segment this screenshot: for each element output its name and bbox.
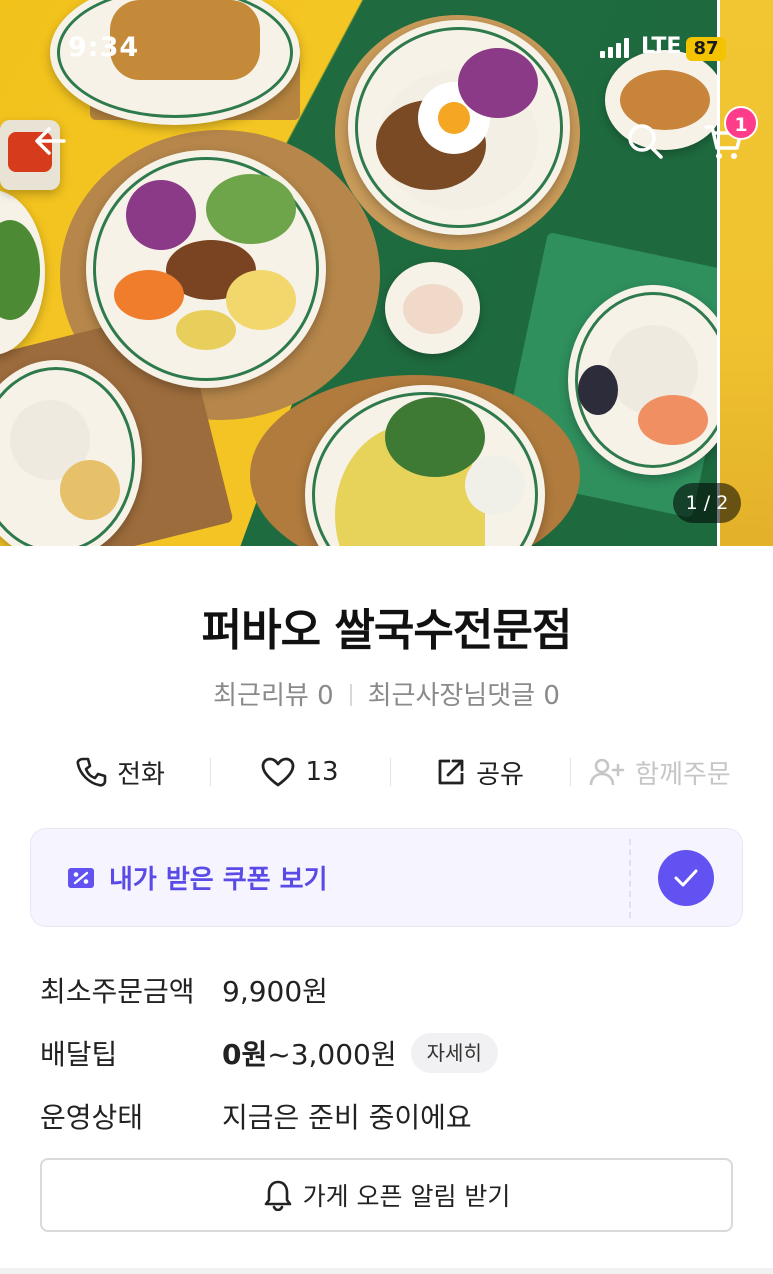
food-greens: [206, 174, 296, 244]
add-user-icon: [589, 758, 625, 786]
food-carrot: [114, 270, 184, 320]
food-tofu: [60, 460, 120, 520]
phone-icon: [76, 757, 107, 787]
food-herbs: [0, 220, 40, 320]
battery-icon: 87: [686, 37, 726, 61]
open-notification-button[interactable]: 가게 오픈 알림 받기: [40, 1158, 733, 1232]
food-pickles: [465, 455, 525, 515]
arrow-left-icon: [35, 127, 66, 155]
call-label: 전화: [117, 759, 165, 790]
food-shrimp: [638, 395, 708, 445]
store-status-value: 지금은 준비 중이에요: [222, 1101, 472, 1134]
share-button[interactable]: 공유: [390, 744, 570, 800]
divider: [349, 684, 352, 706]
store-review-summary: 최근리뷰 0 최근사장님댓글 0: [0, 675, 773, 712]
bell-icon: [264, 1180, 291, 1211]
food-fishcake: [403, 284, 463, 334]
food-corn: [176, 310, 236, 350]
next-slide-preview: [717, 0, 773, 546]
share-icon: [438, 759, 464, 785]
store-name: 퍼바오 쌀국수전문점: [201, 605, 573, 656]
signal-icon: [600, 38, 629, 58]
image-pager: 1 / 2: [673, 483, 741, 523]
cart-count-badge: 1: [724, 106, 758, 140]
status-bar: 9:34 LTE 87: [0, 28, 773, 72]
search-icon: [628, 124, 663, 159]
open-notification-label: 가게 오픈 알림 받기: [302, 1182, 511, 1211]
delivery-tip-min: 0원: [222, 1038, 268, 1071]
delivery-tip-detail-button[interactable]: 자세히: [410, 1033, 498, 1073]
min-order-value: 9,900원: [222, 975, 328, 1008]
status-row: 운영상태 지금은 준비 중이에요: [40, 1096, 472, 1136]
delivery-tip-value: 0원~3,000원: [222, 1033, 397, 1073]
group-order-button[interactable]: 함께주문: [570, 744, 750, 800]
view-coupons-button[interactable]: 내가 받은 쿠폰 보기: [30, 828, 631, 927]
coupon-icon: [68, 867, 94, 888]
food-plate: [568, 285, 738, 475]
search-button[interactable]: [621, 117, 669, 165]
call-button[interactable]: 전화: [30, 744, 210, 800]
food-greens: [385, 397, 485, 477]
food-yolk: [438, 102, 470, 134]
delivery-tip-row: 배달팁 0원~3,000원 자세히: [40, 1033, 498, 1073]
food-plate: [86, 150, 326, 388]
heart-icon: [262, 757, 295, 787]
coupon-banner: 내가 받은 쿠폰 보기: [30, 828, 743, 927]
food-mussel: [578, 365, 618, 415]
delivery-tip-label: 배달팁: [40, 1038, 118, 1071]
delivery-tip-max: ~3,000원: [267, 1038, 397, 1071]
network-label: LTE: [641, 34, 682, 59]
food-pineapple: [226, 270, 296, 330]
coupon-check-button[interactable]: [630, 828, 743, 927]
group-order-label: 함께주문: [635, 759, 731, 790]
recent-reviews-link[interactable]: 최근리뷰 0: [213, 681, 334, 711]
like-count: 13: [305, 757, 339, 787]
status-time: 9:34: [68, 32, 140, 63]
food-plate: [385, 262, 480, 354]
share-label: 공유: [476, 759, 524, 790]
view-coupons-label: 내가 받은 쿠폰 보기: [109, 865, 328, 895]
back-button[interactable]: [26, 117, 74, 165]
store-hero-image[interactable]: 9:34 LTE 87 1 1 / 2: [0, 0, 773, 546]
min-order-row: 최소주문금액 9,900원: [40, 970, 328, 1010]
status-label: 운영상태: [40, 1101, 144, 1134]
food-cabbage: [126, 180, 196, 250]
min-order-label: 최소주문금액: [40, 975, 195, 1008]
section-divider: [0, 1268, 773, 1274]
store-actions: 전화 13 공유 함께주문: [30, 744, 750, 800]
like-button[interactable]: 13: [210, 744, 390, 800]
check-icon: [658, 849, 714, 906]
owner-replies-link[interactable]: 최근사장님댓글 0: [368, 681, 560, 711]
